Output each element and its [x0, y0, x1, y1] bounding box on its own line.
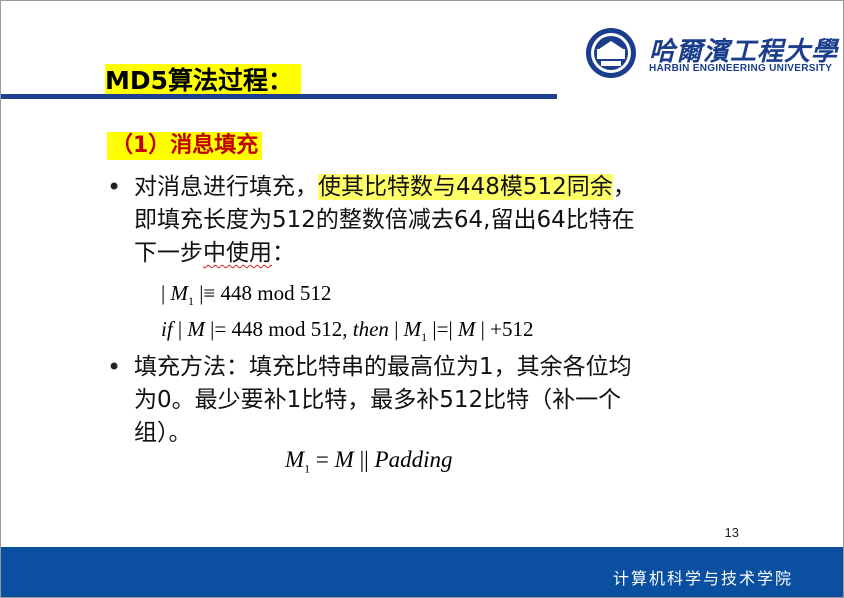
university-name-en: HARBIN ENGINEERING UNIVERSITY [649, 63, 833, 74]
bullet-2-line-2: 为0。最少要补1比特，最多补512比特（补一个 [134, 387, 622, 413]
var-m1: M [285, 447, 305, 472]
slide-title: MD5算法过程： [105, 64, 302, 98]
formula-3: M1 = M || Padding [285, 447, 453, 477]
text: 对消息进行填充， [134, 174, 318, 200]
university-emblem-icon [586, 28, 636, 78]
highlighted-text: 使其比特数与448模512同余 [318, 174, 613, 200]
bullet-1-line-1: 对消息进行填充，使其比特数与448模512同余， [134, 171, 754, 204]
keyword-then: then [352, 317, 389, 341]
footer-department: 计算机科学与技术学院 [612, 569, 793, 588]
text: 下一步 [134, 240, 203, 266]
section-heading: （1）消息填充 [107, 132, 263, 160]
keyword-if: if [161, 317, 173, 341]
slide: 哈爾濱工程大學 HARBIN ENGINEERING UNIVERSITY MD… [0, 0, 844, 598]
text: | [172, 317, 188, 341]
bullet-1-line-3: 下一步中使用： [134, 237, 754, 270]
footer-bar: 计算机科学与技术学院 [1, 547, 843, 597]
var-m: M [187, 317, 205, 341]
bullet-2-line-3: 组）。 [134, 420, 192, 446]
bullet-paragraph-1: 对消息进行填充，使其比特数与448模512同余， 即填充长度为512的整数倍减去… [134, 171, 754, 270]
text: = [310, 447, 335, 472]
var-padding: Padding [374, 447, 453, 472]
text: || [353, 447, 375, 472]
var-m: M [457, 317, 476, 341]
text: ， [612, 174, 636, 200]
text: | +512 [475, 317, 534, 341]
bullet-paragraph-2: 填充方法：填充比特串的最高位为1，其余各位均 为0。最少要补1比特，最多补512… [134, 351, 754, 450]
bullet-dot: • [107, 353, 122, 381]
bullet-1-line-2: 即填充长度为512的整数倍减去64,留出64比特在 [134, 207, 635, 233]
text: | [388, 317, 404, 341]
formula-2: if | M |= 448 mod 512, then | M1 |=| M |… [161, 317, 533, 345]
text: |=| [427, 317, 458, 341]
bullet-2-line-1: 填充方法：填充比特串的最高位为1，其余各位均 [134, 354, 632, 380]
var-m1: M [403, 317, 422, 341]
text: |= 448 mod 512, [204, 317, 353, 341]
formula-1: | M1 |≡ 448 mod 512 [161, 281, 331, 309]
text: ： [272, 240, 295, 266]
var-m: M [170, 281, 188, 305]
title-underline [1, 94, 557, 99]
text: |≡ 448 mod 512 [193, 281, 332, 305]
wavy-underlined-text: 中使用 [203, 240, 272, 266]
page-number: 13 [724, 525, 739, 540]
university-logo: 哈爾濱工程大學 HARBIN ENGINEERING UNIVERSITY [585, 27, 837, 81]
bullet-dot: • [107, 173, 122, 201]
var-m: M [334, 447, 354, 472]
